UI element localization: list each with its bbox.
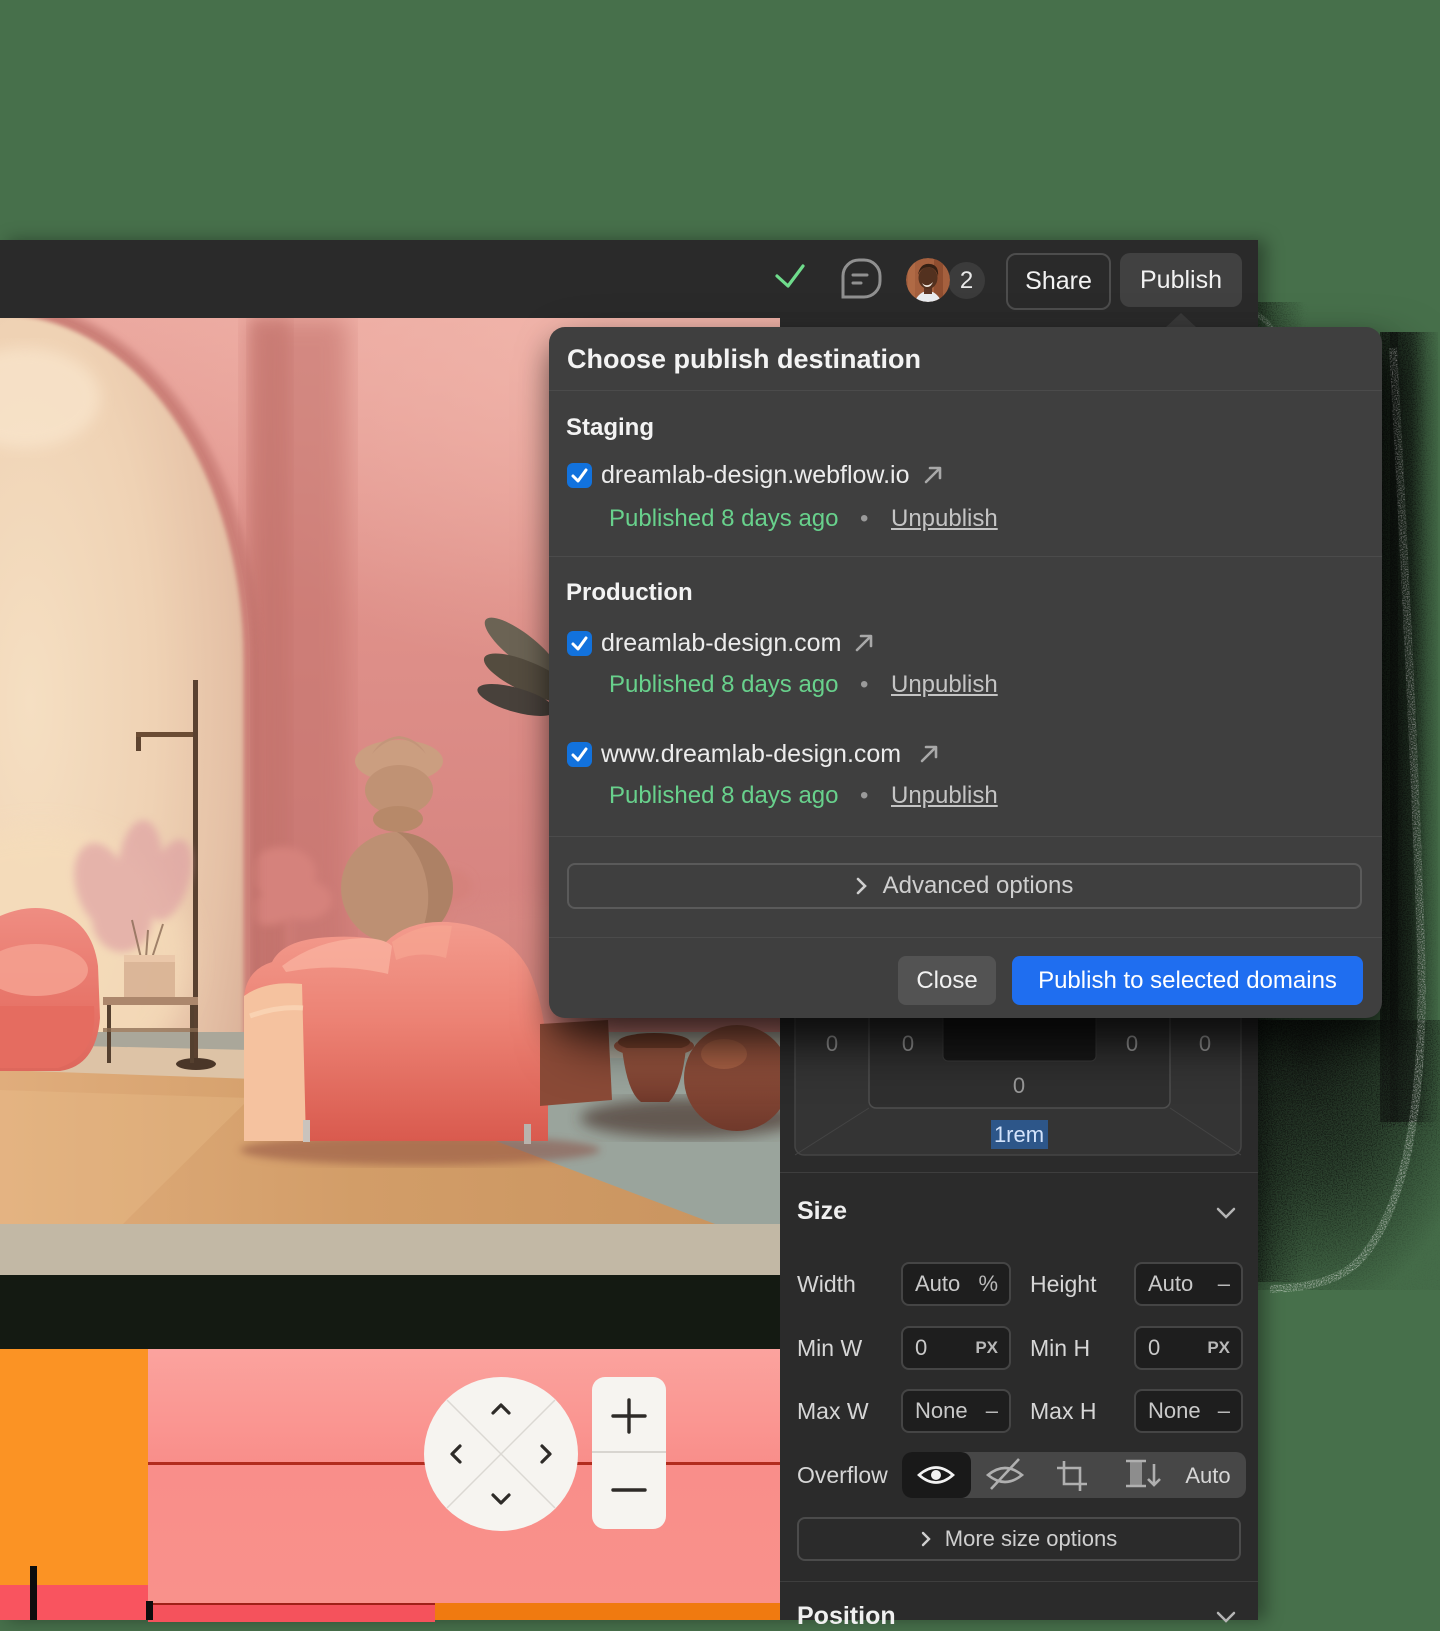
svg-text:0: 0	[902, 1031, 914, 1056]
svg-text:0: 0	[826, 1031, 838, 1056]
svg-text:0: 0	[1126, 1031, 1138, 1056]
svg-text:0: 0	[1013, 1073, 1025, 1098]
svg-text:1rem: 1rem	[994, 1122, 1044, 1147]
svg-text:Auto: Auto	[1185, 1463, 1230, 1488]
svg-text:0: 0	[1199, 1031, 1211, 1056]
